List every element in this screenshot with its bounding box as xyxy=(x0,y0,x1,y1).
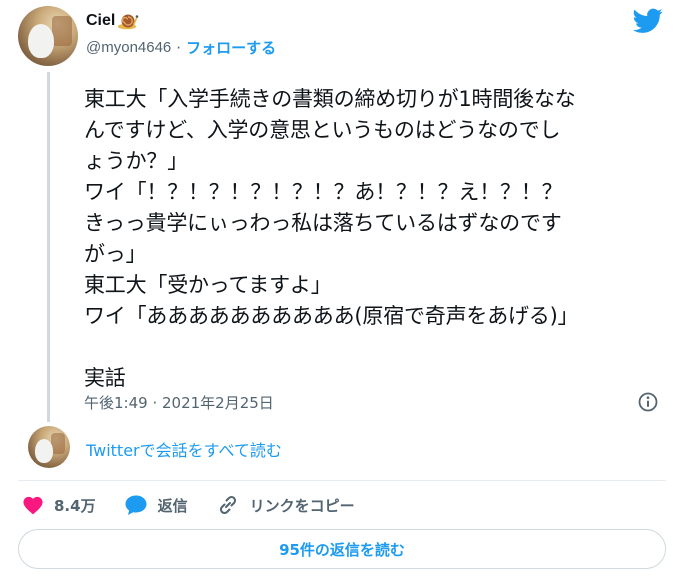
tweet-timestamp[interactable]: 午後1:49 · 2021年2月25日 xyxy=(84,392,274,413)
author-handle[interactable]: @myon4646 xyxy=(86,39,171,56)
divider xyxy=(18,480,666,481)
avatar-figure-shape xyxy=(35,439,53,463)
author-display-name[interactable]: Ciel xyxy=(86,12,115,30)
read-replies-button[interactable]: 95件の返信を読む xyxy=(18,529,666,569)
avatar-glass-shape xyxy=(51,433,65,454)
speech-bubble-icon xyxy=(125,495,147,515)
author-handle-row: @myon4646 · フォローする xyxy=(86,37,276,58)
reply-button[interactable]: 返信 xyxy=(124,494,188,516)
author-name-row: Ciel xyxy=(86,12,139,30)
snail-emoji-icon xyxy=(118,14,139,30)
tweet-line: 実話 xyxy=(84,366,126,390)
tweet-line: ょうか？」 xyxy=(84,149,188,173)
like-button[interactable]: 8.4万 xyxy=(22,495,96,516)
separator-dot: · xyxy=(176,38,182,57)
follow-button[interactable]: フォローする xyxy=(186,37,276,58)
tweet-blank-line xyxy=(84,332,666,363)
avatar-figure-shape xyxy=(28,24,54,58)
chain-link-icon xyxy=(219,495,236,515)
action-bar: 8.4万 返信 リンクをコピー xyxy=(22,492,355,518)
thread-line xyxy=(47,72,50,422)
avatar-glass-shape xyxy=(52,16,72,46)
twitter-bird-icon[interactable] xyxy=(633,8,663,34)
conversation-avatar xyxy=(28,426,70,468)
tweet-line: 東工大「入学手続きの書類の締め切りが1時間後なな xyxy=(84,87,576,111)
copy-link-label: リンクをコピー xyxy=(249,496,355,515)
like-count: 8.4万 xyxy=(54,496,96,515)
reply-label: 返信 xyxy=(157,496,188,515)
author-avatar[interactable] xyxy=(18,6,78,66)
copy-link-button[interactable]: リンクをコピー xyxy=(216,493,355,517)
tweet-line: んですけど、入学の意思というものはどうなのでし xyxy=(84,118,561,142)
tweet-line: がっ」 xyxy=(84,242,147,266)
tweet-line: ワイ「ああああああああああ(原宿で奇声をあげる)」 xyxy=(84,304,579,328)
tweet-line: ワイ「！？！？！？！？！？あ！？！？え！？！？ xyxy=(84,180,563,204)
read-conversation-link[interactable]: Twitterで会話をすべて読む xyxy=(86,437,282,461)
tweet-line: きっっ貴学にぃっわっ私は落ちているはずなのです xyxy=(84,211,562,235)
info-icon[interactable] xyxy=(637,391,659,413)
tweet-body: 東工大「入学手続きの書類の締め切りが1時間後なな んですけど、入学の意思というも… xyxy=(84,84,666,394)
heart-icon xyxy=(23,496,43,515)
tweet-line: 東工大「受かってますよ」 xyxy=(84,273,332,297)
